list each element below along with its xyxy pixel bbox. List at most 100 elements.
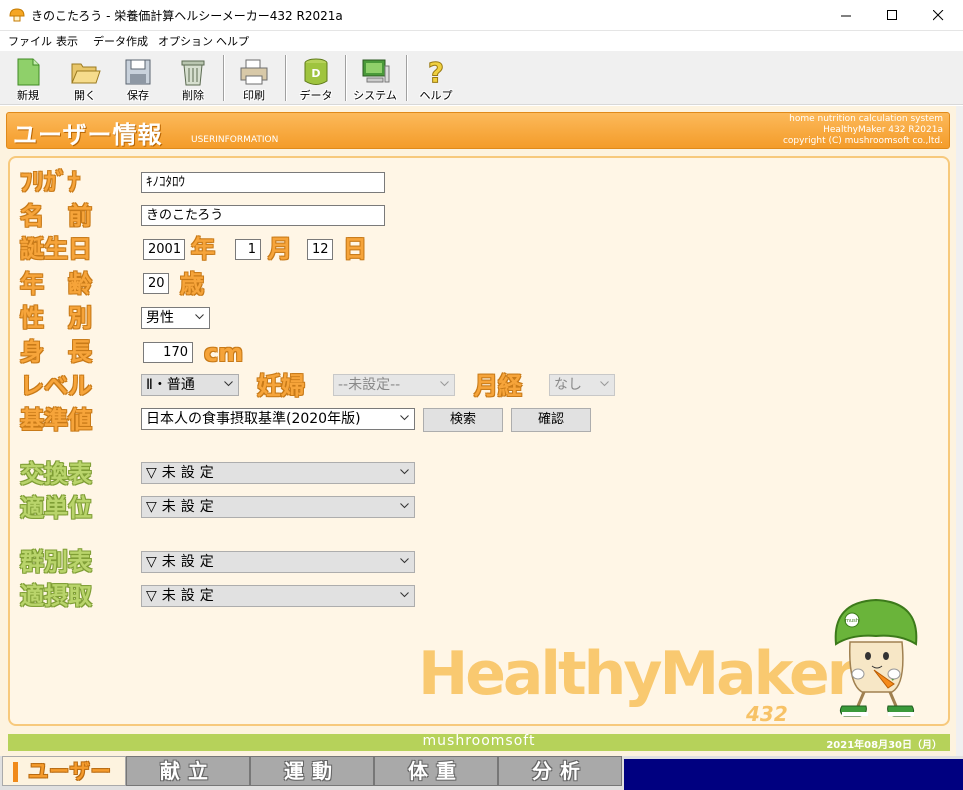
svg-text:D: D (311, 67, 320, 80)
height-unit: cm (204, 339, 244, 367)
help-button[interactable]: ? ヘルプ (413, 54, 459, 102)
floppy-save-icon (125, 59, 151, 85)
sex-select[interactable]: 男性 (141, 307, 210, 329)
page-title: ユーザー情報 (13, 121, 163, 149)
tab-analysis[interactable]: 分析 (498, 756, 622, 786)
menu-options[interactable]: オプション (158, 33, 213, 49)
close-button[interactable] (915, 0, 961, 30)
group-intake-select[interactable]: ▽未設定 (141, 585, 415, 607)
minimize-button[interactable] (823, 0, 869, 30)
title-bar: きのこたろう - 栄養価計算ヘルシーメーカー432 R2021a (0, 0, 963, 31)
tab-user[interactable]: ユーザー (2, 756, 126, 786)
product-info-line: home nutrition calculation system (789, 114, 943, 124)
birth-day-input[interactable]: 12 (307, 239, 333, 260)
chevron-down-icon (400, 415, 409, 421)
system-button[interactable]: システム (352, 54, 398, 102)
exchange-unit-value: ▽未設定 (146, 499, 219, 515)
maximize-button[interactable] (869, 0, 915, 30)
sex-select-value: 男性 (146, 310, 174, 326)
svg-text:?: ? (428, 56, 444, 88)
day-unit: 日 (343, 235, 367, 263)
print-button[interactable]: 印刷 (231, 54, 277, 102)
toolbar-separator (285, 55, 286, 101)
data-button[interactable]: D データ (293, 54, 339, 102)
healthymaker-logo: HealthyMaker (418, 639, 856, 709)
age-label: 年 齢 (20, 270, 92, 298)
chevron-down-icon (400, 469, 409, 475)
close-icon (932, 9, 943, 20)
menu-file[interactable]: ファイル (8, 33, 52, 49)
group-table-select[interactable]: ▽未設定 (141, 551, 415, 573)
exchange-table-select[interactable]: ▽未設定 (141, 462, 415, 484)
menses-select-value: なし (554, 377, 582, 393)
furigana-input[interactable]: ｷﾉｺﾀﾛｳ (141, 172, 385, 193)
product-info-line: HealthyMaker 432 R2021a (823, 125, 943, 135)
print-label: 印刷 (243, 89, 265, 102)
new-label: 新規 (17, 89, 39, 102)
open-label: 開く (74, 89, 96, 102)
name-input[interactable]: きのこたろう (141, 205, 385, 226)
menu-help[interactable]: ヘルプ (216, 33, 249, 49)
year-unit: 年 (191, 235, 215, 263)
status-date: 2021年08月30日（月） (826, 740, 942, 751)
exchange-table-label: 交換表 (20, 460, 92, 488)
age-input[interactable]: 20 (143, 273, 169, 294)
chevron-down-icon (400, 592, 409, 598)
exchange-unit-select[interactable]: ▽未設定 (141, 496, 415, 518)
menses-select[interactable]: なし (549, 374, 615, 396)
menu-view[interactable]: 表示 (56, 33, 78, 49)
birth-month-input[interactable]: 1 (235, 239, 261, 260)
open-button[interactable]: 開く (62, 54, 108, 102)
maximize-icon (886, 9, 897, 20)
minimize-icon (840, 15, 851, 16)
exchange-table-value: ▽未設定 (146, 465, 219, 481)
tab-menu[interactable]: 献立 (126, 756, 250, 786)
new-button[interactable]: 新規 (5, 54, 51, 102)
window-edge (956, 106, 963, 756)
chevron-down-icon (400, 503, 409, 509)
chevron-down-icon (440, 381, 449, 387)
group-table-label: 群別表 (20, 548, 92, 576)
logo-version: 432 (746, 702, 788, 726)
mushroom-app-icon (9, 8, 25, 22)
pregnancy-select[interactable]: --未設定-- (333, 374, 455, 396)
name-label: 名 前 (20, 202, 92, 230)
window-title: きのこたろう - 栄養価計算ヘルシーメーカー432 R2021a (31, 9, 343, 23)
birthday-label: 誕生日 (20, 235, 92, 263)
page-subtitle: USERINFORMATION (191, 135, 279, 145)
delete-label: 削除 (182, 89, 204, 102)
delete-button[interactable]: 削除 (170, 54, 216, 102)
product-info-line: copyright (C) mushroomsoft co.,ltd. (782, 136, 943, 146)
furigana-label: ﾌﾘｶﾞﾅ (20, 168, 80, 196)
height-input[interactable]: 170 (143, 342, 193, 363)
group-intake-label: 適摂取 (20, 582, 92, 610)
level-select[interactable]: Ⅱ・普通 (141, 374, 239, 396)
menu-data-create[interactable]: データ作成 (93, 33, 148, 49)
product-info: home nutrition calculation system Health… (783, 114, 943, 147)
tab-exercise[interactable]: 運動 (250, 756, 374, 786)
mascot-badge: mush (845, 618, 859, 624)
level-select-value: Ⅱ・普通 (146, 377, 195, 393)
birth-year-input[interactable]: 2001 (143, 239, 185, 260)
chevron-down-icon (195, 314, 204, 320)
menses-label: 月経 (474, 372, 522, 400)
level-label: レベル (20, 372, 92, 400)
new-document-icon (17, 58, 40, 86)
tab-weight[interactable]: 体重 (374, 756, 498, 786)
group-table-value: ▽未設定 (146, 554, 219, 570)
save-button[interactable]: 保存 (115, 54, 161, 102)
system-label: システム (353, 89, 397, 102)
toolbar-separator (345, 55, 346, 101)
active-tab-marker (13, 762, 18, 782)
confirm-button[interactable]: 確認 (511, 408, 591, 432)
chevron-down-icon (400, 558, 409, 564)
pregnancy-select-value: --未設定-- (338, 377, 401, 393)
toolbar-separator (406, 55, 407, 101)
folder-open-icon (71, 63, 101, 84)
data-label: データ (299, 89, 333, 102)
printer-icon (240, 59, 268, 85)
standard-select[interactable]: 日本人の食事摂取基準(2020年版) (141, 408, 415, 430)
age-unit: 歳 (180, 270, 204, 298)
mushroom-mascot: mush (834, 598, 918, 717)
search-button[interactable]: 検索 (423, 408, 503, 432)
